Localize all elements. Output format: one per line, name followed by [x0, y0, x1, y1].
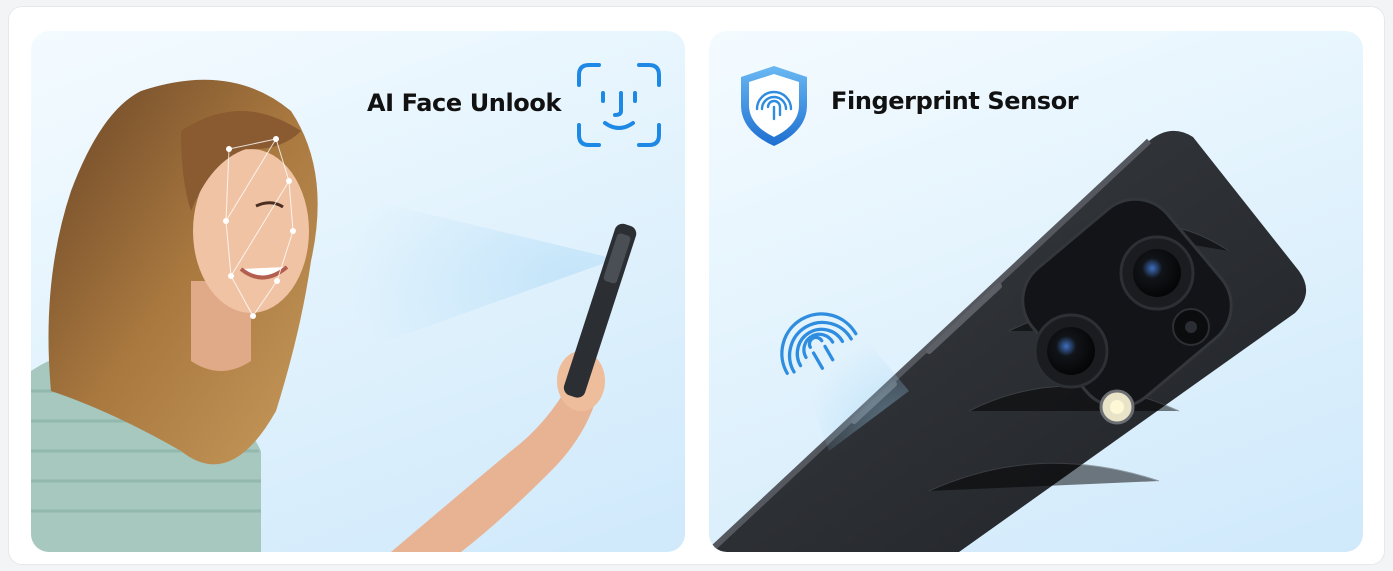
fingerprint-panel: Fingerprint Sensor — [709, 31, 1363, 552]
face-id-icon — [577, 63, 661, 147]
feature-card: AI Face Unlook Fingerprint Sensor — [8, 6, 1385, 565]
face-unlock-panel: AI Face Unlook — [31, 31, 685, 552]
fingerprint-title: Fingerprint Sensor — [831, 87, 1079, 115]
face-unlock-title: AI Face Unlook — [367, 89, 562, 117]
fingerprint-glow-icon — [780, 312, 858, 375]
shield-fingerprint-icon — [741, 66, 807, 146]
